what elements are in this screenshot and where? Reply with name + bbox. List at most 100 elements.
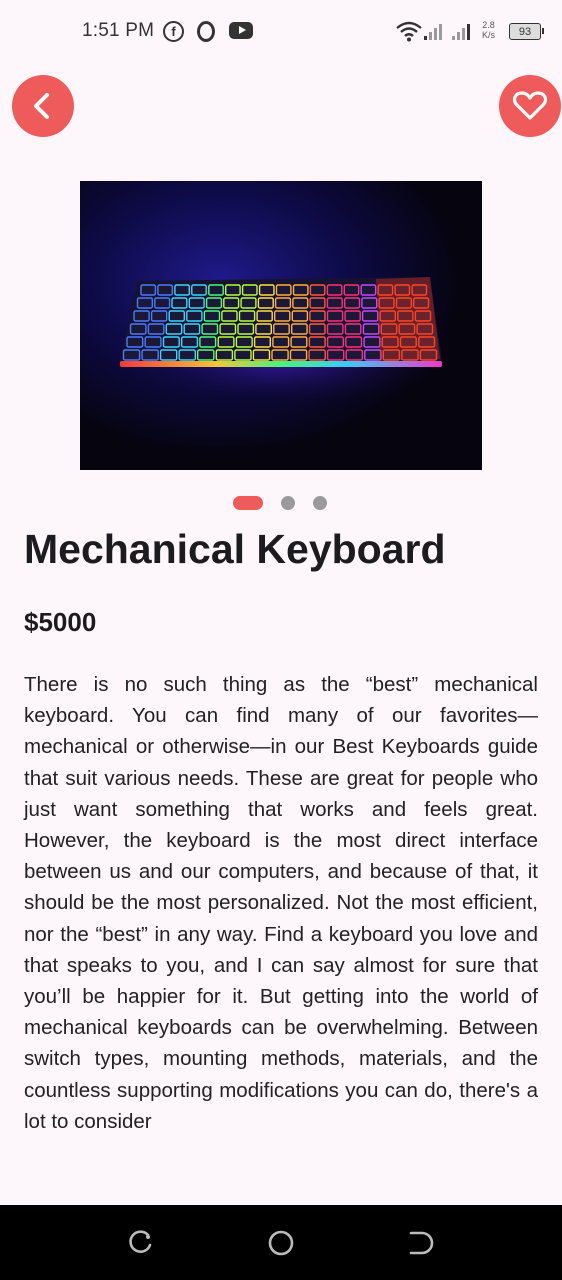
keycap xyxy=(291,310,309,322)
product-description: There is no such thing as the “best” mec… xyxy=(24,673,538,1133)
keycap xyxy=(122,349,141,361)
keycap xyxy=(199,336,217,348)
keycap xyxy=(256,310,273,322)
keycap xyxy=(271,349,289,361)
keycap xyxy=(309,310,326,322)
carousel-indicator xyxy=(0,495,562,511)
keycap xyxy=(154,297,171,309)
keycap xyxy=(201,323,219,335)
keycap xyxy=(191,284,207,296)
keycap xyxy=(290,336,308,348)
keycap xyxy=(157,284,174,296)
battery-level: 93 xyxy=(518,25,532,38)
recent-apps-icon[interactable] xyxy=(126,1229,154,1257)
keycap xyxy=(234,349,252,361)
keycap xyxy=(186,310,203,322)
favorite-button[interactable] xyxy=(499,75,561,137)
keycap xyxy=(274,297,292,309)
keycap xyxy=(168,310,185,322)
youtube-icon xyxy=(229,22,253,39)
facebook-icon: f xyxy=(163,21,184,42)
keycap xyxy=(309,297,326,309)
keycap xyxy=(171,297,188,309)
keycap xyxy=(136,297,154,309)
keycap xyxy=(235,336,253,348)
keycap xyxy=(159,349,178,361)
opera-icon xyxy=(197,21,215,42)
keycap xyxy=(178,349,196,361)
heart-outline-icon xyxy=(513,91,547,120)
keycap xyxy=(183,323,201,335)
keycap xyxy=(223,297,240,309)
keycap xyxy=(240,297,257,309)
keycap xyxy=(174,284,191,296)
keycap xyxy=(308,336,326,348)
product-price: $5000 xyxy=(24,607,97,637)
keycap xyxy=(238,310,256,322)
back-button[interactable] xyxy=(12,75,74,137)
keycap xyxy=(257,297,274,309)
keycap xyxy=(140,284,157,296)
home-icon[interactable] xyxy=(267,1229,295,1257)
carousel-dot[interactable] xyxy=(313,496,327,510)
keycap xyxy=(344,297,361,309)
keycap xyxy=(309,284,326,296)
keycap xyxy=(165,323,183,335)
keycap xyxy=(326,336,345,348)
keycap xyxy=(361,297,378,309)
carousel-dot-active[interactable] xyxy=(233,496,263,510)
network-speed: 2.8 K/s xyxy=(482,20,496,40)
keycap xyxy=(141,349,159,361)
keycap xyxy=(345,336,363,348)
keycap xyxy=(292,297,309,309)
keycap xyxy=(275,284,292,296)
keycap xyxy=(241,284,258,296)
carousel-dot[interactable] xyxy=(281,496,295,510)
keycap xyxy=(364,349,382,361)
keycap xyxy=(360,284,377,296)
keycap xyxy=(326,284,343,296)
keycap xyxy=(217,336,235,348)
chevron-left-icon xyxy=(34,93,49,119)
product-title: Mechanical Keyboard xyxy=(24,526,446,572)
keycap xyxy=(272,336,290,348)
keycap xyxy=(326,310,344,322)
wifi-icon xyxy=(396,21,422,42)
keycap xyxy=(258,284,275,296)
keycap xyxy=(344,310,361,322)
keycap xyxy=(188,297,205,309)
keycap xyxy=(129,323,147,335)
keycap xyxy=(253,336,272,348)
keycap xyxy=(292,284,309,296)
status-time: 1:51 PM xyxy=(82,20,155,41)
keycap xyxy=(196,349,215,361)
keycap xyxy=(326,349,345,361)
keycap xyxy=(326,297,343,309)
keycap xyxy=(326,323,344,335)
keycap xyxy=(273,323,290,335)
signal-icon xyxy=(424,22,442,40)
keycap xyxy=(252,349,271,361)
keycap xyxy=(273,310,291,322)
status-bar: 1:51 PM f 2.8 K/s 93 xyxy=(0,0,562,62)
product-image[interactable] xyxy=(80,181,482,470)
keycap xyxy=(144,336,162,348)
keycap xyxy=(363,336,381,348)
keycap xyxy=(205,297,223,309)
keycap xyxy=(361,310,379,322)
system-nav-bar xyxy=(0,1205,562,1280)
keycap xyxy=(289,349,308,361)
keycap xyxy=(147,323,165,335)
keycap xyxy=(255,323,272,335)
back-icon[interactable] xyxy=(406,1229,434,1257)
keycap xyxy=(308,323,326,335)
keycap xyxy=(343,284,360,296)
rgb-keyboard-image xyxy=(80,181,482,470)
keycap xyxy=(308,349,326,361)
keycap xyxy=(215,349,234,361)
keycap xyxy=(162,336,180,348)
keycap xyxy=(224,284,241,296)
keycap xyxy=(203,310,221,322)
keycap xyxy=(345,349,364,361)
keycap xyxy=(133,310,150,322)
